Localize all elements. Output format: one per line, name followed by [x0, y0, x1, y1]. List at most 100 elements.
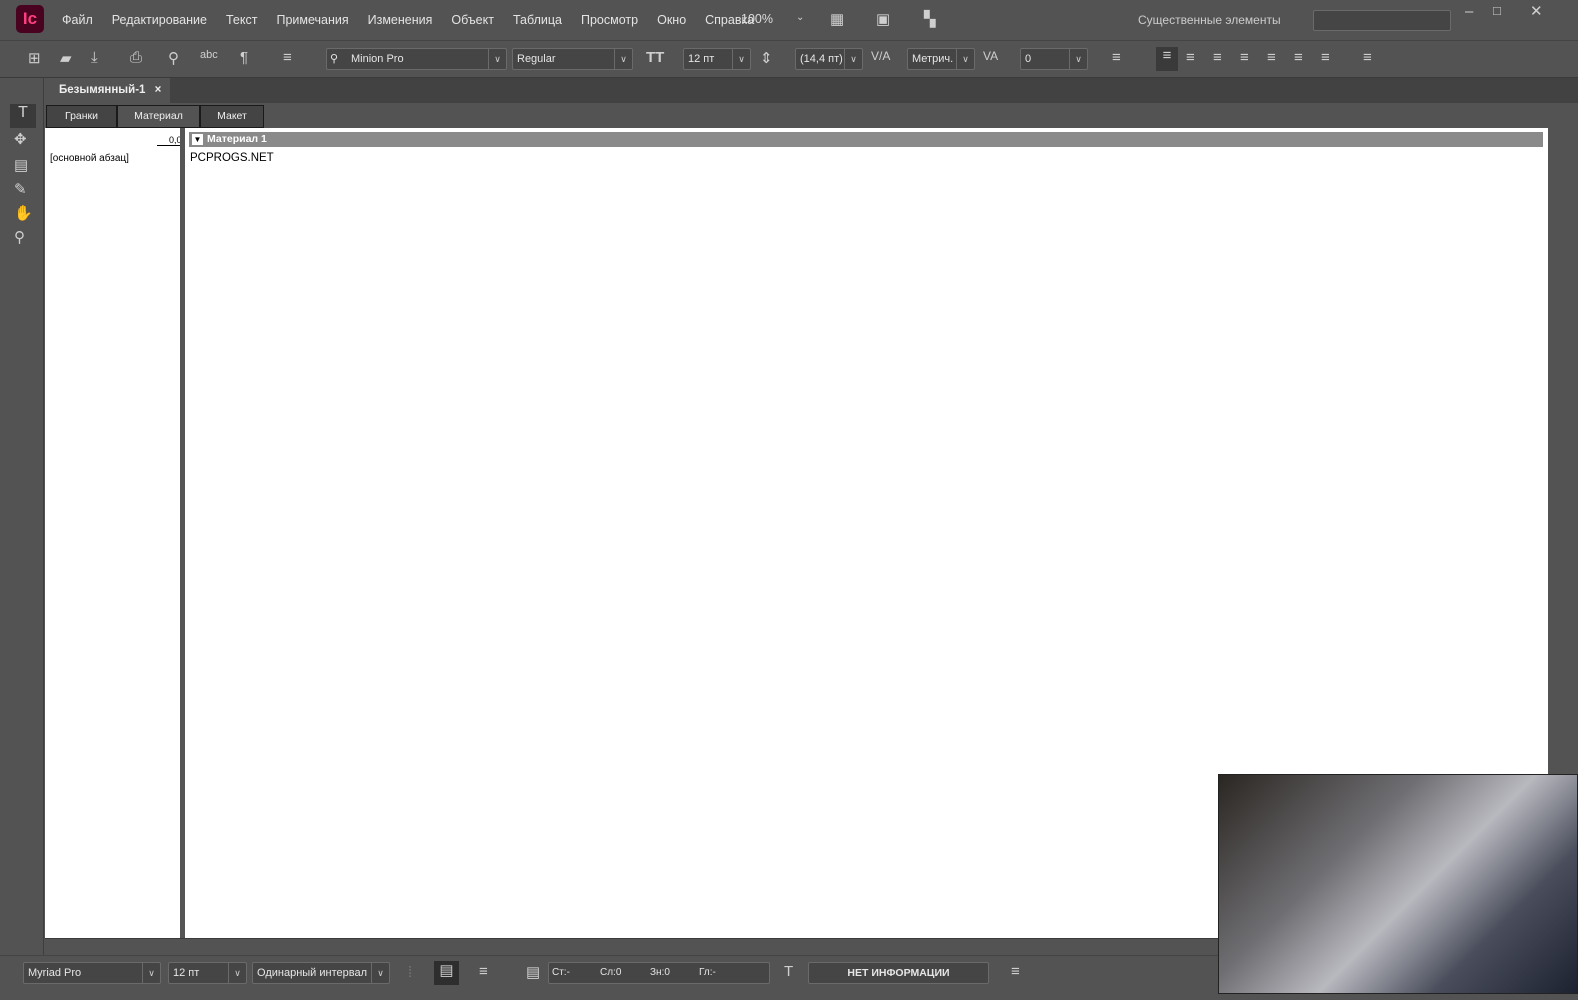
chevron-down-icon[interactable]: ∨: [844, 49, 862, 69]
status-size-field[interactable]: 12 пт ∨: [168, 962, 247, 984]
maximize-icon[interactable]: □: [1493, 3, 1501, 18]
font-size-field[interactable]: 12 пт ∨: [683, 48, 751, 70]
menu-notes[interactable]: Примечания: [276, 13, 348, 27]
menu-icon[interactable]: ≡: [1363, 49, 1372, 66]
workspace-switcher[interactable]: Существенные элементы: [1138, 13, 1281, 27]
chevron-down-icon[interactable]: ∨: [614, 49, 632, 69]
align-right-icon[interactable]: ≡: [1213, 49, 1222, 66]
paragraph-style: [основной абзац]: [50, 153, 129, 164]
leading-icon: ⇕: [760, 50, 773, 67]
tracking-value: 0: [1025, 53, 1032, 65]
align-left-icon[interactable]: ≡: [1156, 47, 1178, 71]
menu-object[interactable]: Объект: [451, 13, 494, 27]
note-tool-icon[interactable]: ▤: [14, 156, 28, 174]
screen-mode-icon[interactable]: ▣: [876, 10, 890, 28]
pilcrow-icon[interactable]: ¶: [240, 49, 248, 66]
line-numbers-icon[interactable]: ▤: [434, 961, 459, 985]
save-icon[interactable]: ⤓: [91, 49, 98, 66]
tab-layout[interactable]: Макет: [200, 105, 264, 128]
justify-right-icon[interactable]: ≡: [1294, 49, 1303, 66]
menu-changes[interactable]: Изменения: [368, 13, 433, 27]
menu-edit[interactable]: Редактирование: [112, 13, 207, 27]
video-overlay: [1218, 774, 1578, 994]
leading-field[interactable]: (14,4 пт) ∨: [795, 48, 863, 70]
story-title: Материал 1: [207, 133, 267, 145]
story-stats: Ст:- Сл:0 Зн:0 Гл:-: [548, 962, 770, 984]
hand-tool-icon[interactable]: ✋: [14, 204, 33, 222]
minimize-icon[interactable]: –: [1465, 3, 1473, 20]
main-menu: Файл Редактирование Текст Примечания Изм…: [62, 13, 754, 27]
depth-ruler: 0,0: [157, 135, 182, 146]
status-font-field[interactable]: Myriad Pro ∨: [23, 962, 161, 984]
find-icon[interactable]: ⚲: [168, 49, 179, 67]
arrange-icon[interactable]: ▚: [924, 10, 936, 28]
info-button[interactable]: НЕТ ИНФОРМАЦИИ: [808, 962, 989, 984]
font-family-field[interactable]: ⚲ Minion Pro ∨: [326, 48, 507, 70]
split-view-icon[interactable]: ⁞: [408, 964, 412, 981]
close-tab-icon[interactable]: ×: [155, 84, 162, 96]
menu-text[interactable]: Текст: [226, 13, 257, 27]
info-column: 0,0 [основной абзац]: [45, 128, 182, 938]
zoom-level[interactable]: 100%: [741, 12, 773, 26]
chevron-down-icon[interactable]: ∨: [371, 963, 389, 983]
tracking-field[interactable]: 0 ∨: [1020, 48, 1088, 70]
justify-all-icon[interactable]: ≡: [1321, 49, 1330, 66]
type-tool-icon[interactable]: T: [10, 104, 36, 128]
menu-icon[interactable]: ≡: [283, 49, 292, 66]
menu-table[interactable]: Таблица: [513, 13, 562, 27]
menu-icon[interactable]: ≡: [1112, 49, 1121, 66]
chevron-down-icon[interactable]: ∨: [1069, 49, 1087, 69]
status-font-value: Myriad Pro: [28, 967, 82, 979]
font-style-field[interactable]: Regular ∨: [512, 48, 633, 70]
new-icon[interactable]: ⊞: [28, 49, 41, 67]
zoom-tool-icon[interactable]: ⚲: [14, 228, 25, 246]
ruler-type-icon: T: [784, 963, 794, 980]
app-logo: Ic: [16, 5, 44, 33]
line-spacing-value: Одинарный интервал: [257, 967, 367, 979]
open-folder-icon[interactable]: ▰: [60, 49, 72, 67]
close-icon[interactable]: ✕: [1530, 2, 1543, 20]
story-info-icon: ▤: [526, 964, 541, 981]
spellcheck-icon[interactable]: abc: [200, 49, 218, 61]
chevron-down-icon[interactable]: ∨: [142, 963, 160, 983]
column-divider[interactable]: [180, 128, 185, 938]
tools-panel: T ✥ ▤ ✎ ✋ ⚲: [0, 78, 44, 958]
kerning-icon: V/A: [871, 49, 891, 63]
font-family-value: Minion Pro: [351, 53, 404, 65]
menu-file[interactable]: Файл: [62, 13, 93, 27]
view-tabs: Гранки Материал Макет: [46, 105, 264, 128]
align-center-icon[interactable]: ≡: [1186, 49, 1195, 66]
font-size-icon: TT: [646, 49, 665, 66]
justify-left-icon[interactable]: ≡: [1240, 49, 1249, 66]
document-tabs: Безымянный-1 ×: [46, 78, 1578, 103]
chevron-down-icon[interactable]: ∨: [956, 49, 974, 69]
font-size-value: 12 пт: [688, 53, 715, 65]
menu-view[interactable]: Просмотр: [581, 13, 638, 27]
search-icon: ⚲: [330, 53, 339, 65]
justify-center-icon[interactable]: ≡: [1267, 49, 1276, 66]
print-icon[interactable]: ⎙: [130, 49, 142, 66]
view-options-icon[interactable]: ▦: [830, 10, 844, 28]
tab-story[interactable]: Материал: [117, 105, 200, 128]
chevron-down-icon[interactable]: ∨: [488, 49, 506, 69]
story-header[interactable]: ▼ Материал 1: [189, 132, 1543, 147]
menu-icon[interactable]: ≡: [1011, 963, 1020, 980]
menu-bar: Ic Файл Редактирование Текст Примечания …: [0, 0, 1578, 40]
document-tab[interactable]: Безымянный-1 ×: [46, 78, 170, 103]
tab-galley[interactable]: Гранки: [46, 105, 117, 128]
line-spacing-field[interactable]: Одинарный интервал ∨: [252, 962, 390, 984]
search-input[interactable]: [1313, 10, 1451, 31]
collapse-triangle-icon[interactable]: ▼: [192, 134, 203, 145]
thread-tool-icon[interactable]: ✥: [14, 130, 27, 148]
chevron-down-icon[interactable]: ⌄: [796, 12, 804, 23]
control-toolbar: ⊞ ▰ ⤓ ⎙ ⚲ abc ¶ ≡ ⚲ Minion Pro ∨ Regular ∨ …: [0, 40, 1578, 78]
eyedropper-icon[interactable]: ✎: [14, 180, 27, 198]
kerning-field[interactable]: Метрич. ∨: [907, 48, 975, 70]
story-text[interactable]: PCPROGS.NET: [190, 152, 274, 164]
chevron-down-icon[interactable]: ∨: [228, 963, 246, 983]
menu-window[interactable]: Окно: [657, 13, 686, 27]
menu-icon[interactable]: ≡: [479, 963, 488, 980]
status-size-value: 12 пт: [173, 967, 200, 979]
chevron-down-icon[interactable]: ∨: [732, 49, 750, 69]
word-count: Сл:0: [600, 967, 622, 978]
